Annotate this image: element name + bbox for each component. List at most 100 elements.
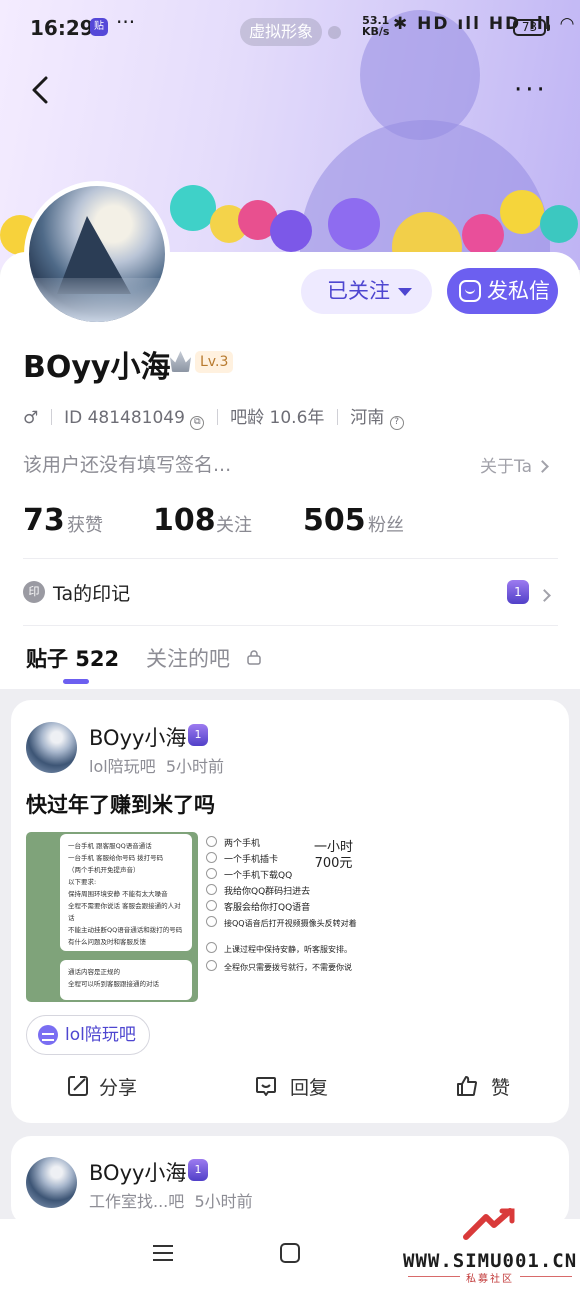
home-icon[interactable] <box>280 1243 300 1263</box>
stat-fans-label: 粉丝 <box>368 515 404 536</box>
medal-icon[interactable]: 1 <box>507 580 529 604</box>
stat-following-label: 关注 <box>216 515 252 536</box>
message-icon <box>459 280 481 302</box>
post-image-chat[interactable]: 一台手机 跟客服QQ语音通话 一台手机 客服给你号码 拨打号码 （两个手机开免提… <box>26 832 198 1002</box>
status-bar: 16:29 贴 ··· 虚拟形象 53.1 KB/s ✱ HD ıll HD ı… <box>0 0 580 56</box>
help-icon[interactable]: ? <box>389 416 404 430</box>
decor-planet <box>328 198 380 250</box>
status-time: 16:29 <box>30 16 94 40</box>
battery-tip <box>547 24 550 31</box>
image-text: 全程不需要你说话 客服会跟接通的人对话 <box>68 902 181 922</box>
stat-likes-label: 获赞 <box>67 515 103 536</box>
post-author-name[interactable]: BOyy小海 <box>89 722 186 752</box>
caret-down-icon <box>398 288 412 296</box>
medal-icon: 1 <box>188 1159 208 1181</box>
recent-apps-icon[interactable] <box>153 1245 173 1261</box>
image-text: 我给你QQ群码扫进去 <box>206 884 310 897</box>
post-bar-name[interactable]: 工作室找...吧 <box>89 1192 184 1211</box>
image-price: 一小时 700元 <box>314 840 353 872</box>
network-speed-unit: KB/s <box>362 25 390 38</box>
gender-icon: ♂ <box>23 408 39 428</box>
back-arrow-icon[interactable] <box>26 72 62 108</box>
medal-icon: 1 <box>188 724 208 746</box>
image-price-value: 700元 <box>314 856 353 871</box>
image-text: 保持周围环境安静 不能有太大噪音 <box>68 890 168 898</box>
post-author-name[interactable]: BOyy小海 <box>89 1157 186 1187</box>
user-id: ID 481481049 <box>64 408 185 428</box>
lock-icon <box>247 650 261 665</box>
post-author-avatar[interactable] <box>26 722 77 773</box>
following-button[interactable]: 已关注 <box>301 269 432 314</box>
stat-fans-value[interactable]: 505 <box>303 503 366 538</box>
signature: 该用户还没有填写签名... <box>23 454 232 476</box>
profile-avatar[interactable] <box>24 181 170 327</box>
image-text: 两个手机 <box>206 836 260 849</box>
post-bar-name[interactable]: lol陪玩吧 <box>89 757 156 776</box>
battery-icon: 73 <box>513 19 546 36</box>
account-age: 吧龄 10.6年 <box>230 408 325 428</box>
decor-shape <box>270 210 312 252</box>
image-text: 一个手机下载QQ <box>206 868 292 881</box>
tab-active-indicator <box>63 679 89 684</box>
profile-name: BOyy小海 <box>23 350 171 385</box>
more-menu-icon[interactable]: ··· <box>514 77 548 103</box>
seal-icon: 印 <box>23 581 45 603</box>
image-text: 一个手机插卡 <box>206 852 278 865</box>
meta-divider <box>216 409 218 425</box>
image-text: 有什么问题及时和客服反馈 <box>68 938 146 946</box>
share-button[interactable]: 分享 <box>99 1073 137 1100</box>
post-author-avatar[interactable] <box>26 1157 77 1208</box>
region: 河南 <box>350 408 385 428</box>
decor-shape <box>540 205 578 243</box>
like-button[interactable]: 赞 <box>491 1073 510 1100</box>
post-meta: 工作室找...吧 5小时前 <box>89 1188 253 1212</box>
watermark-logo <box>463 1208 515 1240</box>
reply-icon[interactable] <box>254 1074 278 1098</box>
avatar-clouds <box>29 278 165 322</box>
post-title[interactable]: 快过年了赚到米了吗 <box>26 789 215 819</box>
bar-chip-label: lol陪玩吧 <box>65 1025 136 1045</box>
image-text: 全程你只需要拨号就行，不需要你说 <box>206 960 352 973</box>
divider <box>23 558 558 559</box>
about-link[interactable]: 关于Ta <box>480 452 549 477</box>
chevron-right-icon <box>536 460 549 473</box>
network-speed: 53.1 KB/s <box>362 15 389 37</box>
image-text: 以下要求: <box>68 878 97 886</box>
virtual-avatar-dot <box>328 26 341 39</box>
chat-bubble: 一台手机 跟客服QQ语音通话 一台手机 客服给你号码 拨打号码 （两个手机开免提… <box>60 834 192 951</box>
like-icon[interactable] <box>455 1074 479 1098</box>
tab-followed-bars[interactable]: 关注的吧 <box>146 643 230 673</box>
bar-chip[interactable]: lol陪玩吧 <box>26 1015 150 1055</box>
watermark-line <box>408 1276 460 1277</box>
watermark-text: WWW.SIMU001.CN <box>403 1250 578 1272</box>
decor-shape <box>500 190 544 234</box>
meta-divider <box>50 409 52 425</box>
stat-likes-value[interactable]: 73 <box>23 503 65 538</box>
watermark-line <box>520 1276 572 1277</box>
image-price-unit: 一小时 <box>314 840 354 855</box>
image-text: 上课过程中保持安静，听客服安排。 <box>206 942 352 955</box>
divider <box>23 625 558 626</box>
stat-following-value[interactable]: 108 <box>153 503 216 538</box>
copy-icon[interactable]: ⧉ <box>190 416 205 430</box>
meta-divider <box>336 409 338 425</box>
image-text: （两个手机开免提声音） <box>68 866 140 874</box>
send-message-button[interactable]: 发私信 <box>447 268 558 314</box>
share-icon[interactable] <box>66 1074 90 1098</box>
image-text: 接QQ语音后打开视频摄像头反转对着 <box>206 916 357 929</box>
tieba-notification-icon: 贴 <box>90 18 108 36</box>
image-text: 不能主动挂断QQ语音通话和拨打的号码 <box>68 926 183 934</box>
level-badge[interactable]: Lv.3 <box>195 351 234 373</box>
tab-posts[interactable]: 贴子 522 <box>26 643 119 673</box>
reply-button[interactable]: 回复 <box>290 1073 328 1100</box>
about-label: 关于Ta <box>480 457 532 477</box>
profile-meta: ♂ ID 481481049 ⧉ 吧龄 10.6年 河南 ? <box>23 403 404 430</box>
image-text: 一台手机 跟客服QQ语音通话 <box>68 842 152 850</box>
chat-bubble: 通话内容是正规的 全程可以听到客服跟接通的对话 <box>60 960 192 1000</box>
chevron-right-icon[interactable] <box>538 586 551 605</box>
seal-row-label[interactable]: Ta的印记 <box>53 579 130 606</box>
post-time: 5小时前 <box>165 757 225 776</box>
image-text: 通话内容是正规的 <box>68 968 120 976</box>
post-image-checklist[interactable]: 两个手机 一个手机插卡 一个手机下载QQ 我给你QQ群码扫进去 客服会给你打QQ… <box>198 832 368 1002</box>
virtual-avatar-label[interactable]: 虚拟形象 <box>240 18 323 46</box>
